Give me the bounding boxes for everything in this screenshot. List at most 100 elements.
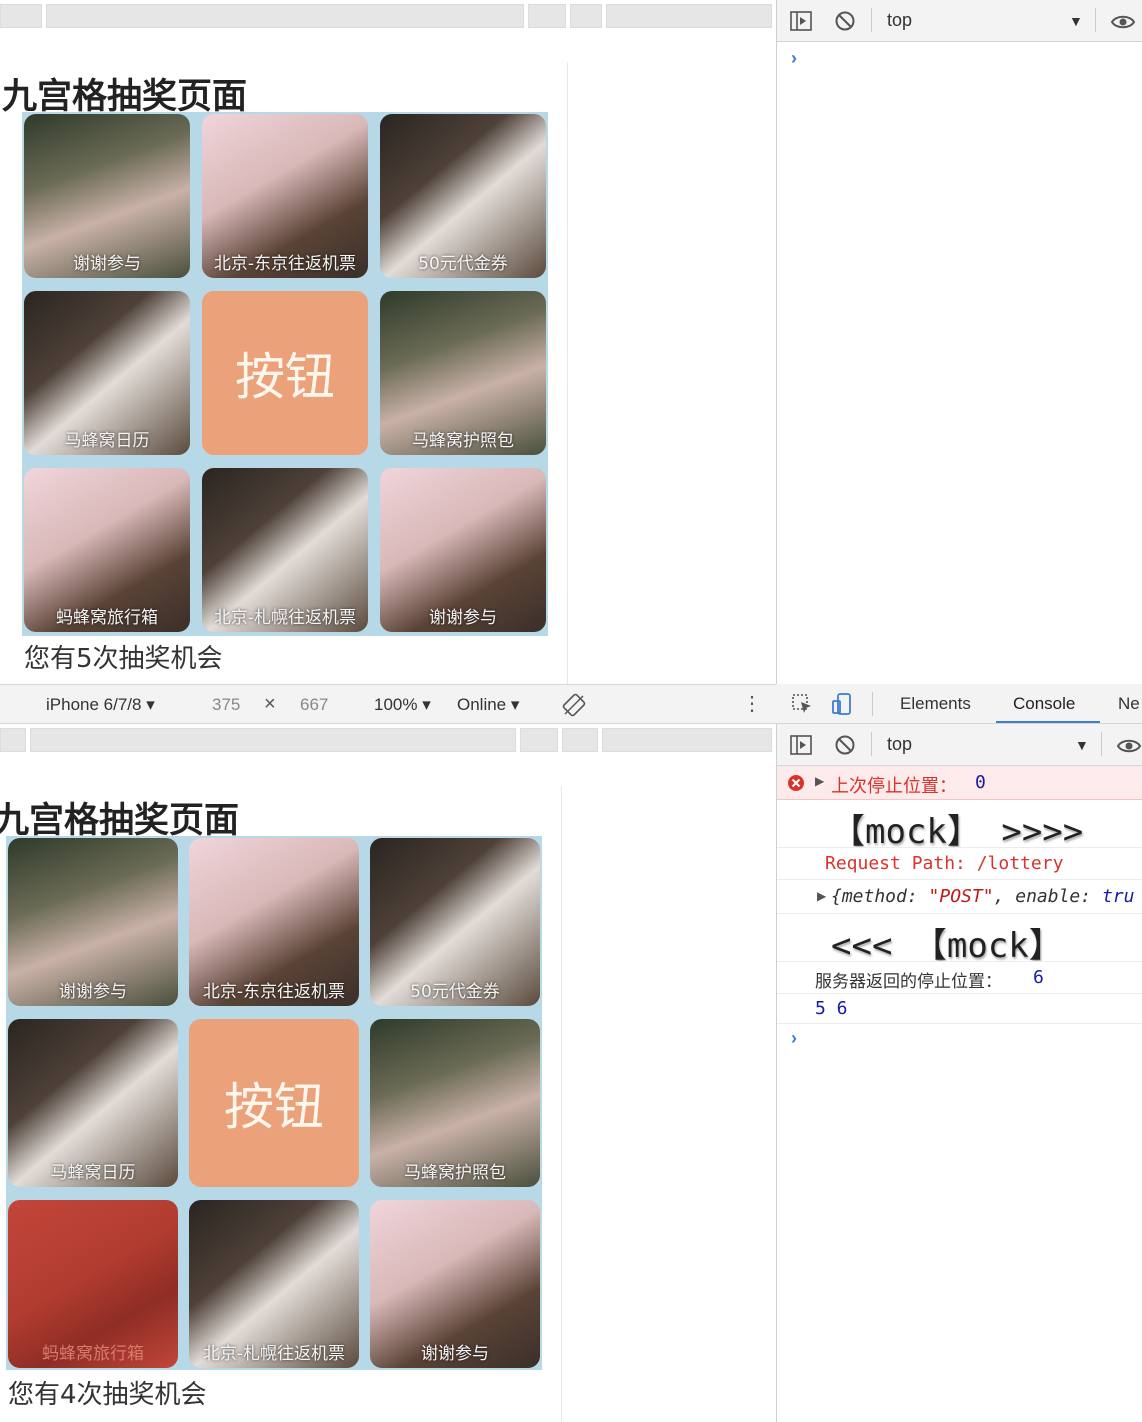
tab-elements[interactable]: Elements (900, 694, 971, 714)
prize-cell: 50元代金券 (370, 838, 540, 1006)
expand-arrow-icon[interactable]: ▶ (815, 774, 824, 788)
ruler-segment (0, 4, 42, 28)
prize-label: 谢谢参与 (59, 982, 127, 1002)
prize-cell: 谢谢参与 (24, 114, 190, 278)
object-enable: tru (1101, 886, 1135, 907)
devtools-pane-bottom: top ▼ ▶ 上次停止位置： 0 【mock】 >>>> Request Pa… (776, 724, 1142, 1422)
error-value: 0 (975, 772, 986, 793)
more-options-icon[interactable]: ⋮ (742, 691, 762, 716)
ruler-segment (602, 728, 772, 752)
console-log-row: 服务器返回的停止位置： 6 (777, 962, 1142, 994)
prize-label: 蚂蜂窝旅行箱 (56, 608, 158, 628)
device-toolbar: iPhone 6/7/8 ▾ 375 × 667 100% ▾ Online ▾… (0, 684, 776, 724)
draw-button[interactable]: 按钮 (202, 291, 368, 455)
network-throttle-selector[interactable]: Online ▾ (457, 695, 519, 715)
chevron-down-icon[interactable]: ▼ (1075, 737, 1089, 753)
expand-arrow-icon[interactable]: ▶ (817, 889, 826, 903)
mock-response-log: <<< 【mock】 (831, 926, 1063, 962)
server-position-value: 6 (1033, 967, 1044, 988)
tab-network[interactable]: Ne (1118, 694, 1140, 714)
prize-label: 马蜂窝护照包 (412, 431, 514, 451)
times-sign: × (264, 693, 276, 715)
error-icon (788, 775, 804, 791)
prize-label: 蚂蜂窝旅行箱 (42, 1344, 144, 1364)
console-toolbar: top ▼ (777, 724, 1142, 766)
divider (1101, 732, 1102, 756)
prize-label: 北京-札幌往返机票 (213, 608, 357, 628)
prize-label: 50元代金券 (418, 254, 508, 274)
inspect-element-icon[interactable] (790, 692, 814, 716)
device-selector[interactable]: iPhone 6/7/8 ▾ (46, 695, 155, 715)
object-method: "POST" (928, 886, 994, 907)
object-prefix: {method: (831, 886, 929, 907)
chances-text: 您有4次抽奖机会 (8, 1380, 207, 1410)
sidebar-toggle-icon[interactable] (789, 733, 813, 757)
ruler-segment (520, 728, 558, 752)
prize-label: 马蜂窝日历 (64, 431, 150, 451)
sidebar-toggle-icon[interactable] (789, 9, 813, 33)
zoom-selector[interactable]: 100% ▾ (374, 695, 431, 715)
ruler-segment (528, 4, 566, 28)
prize-label: 50元代金券 (410, 982, 500, 1002)
console-prompt[interactable]: › (791, 48, 797, 69)
ruler-segment (30, 728, 516, 752)
ruler-segment (46, 4, 524, 28)
request-path-log: Request Path: /lottery (825, 853, 1064, 874)
prize-label: 谢谢参与 (73, 254, 141, 274)
prize-cell: 谢谢参与 (380, 468, 546, 632)
eye-icon[interactable] (1111, 10, 1135, 34)
ruler-segment (0, 728, 26, 752)
draw-button[interactable]: 按钮 (189, 1019, 359, 1187)
chevron-down-icon[interactable]: ▼ (1069, 13, 1083, 29)
tab-console[interactable]: Console (1013, 694, 1075, 714)
prize-label: 北京-东京往返机票 (202, 982, 346, 1002)
error-message: 上次停止位置： (831, 776, 957, 796)
chances-text: 您有5次抽奖机会 (24, 644, 223, 674)
active-tab-indicator (996, 721, 1100, 723)
numbers-log: 5 6 (815, 998, 848, 1019)
clear-console-icon[interactable] (833, 9, 857, 33)
prize-cell: 50元代金券 (380, 114, 546, 278)
rotate-icon[interactable] (562, 693, 586, 717)
mock-request-log: 【mock】 >>>> (831, 812, 1084, 848)
device-toggle-icon[interactable] (830, 692, 854, 716)
prize-cell: 蚂蜂窝旅行箱 (24, 468, 190, 632)
prize-cell: 马蜂窝护照包 (380, 291, 546, 455)
prize-cell-highlighted: 蚂蜂窝旅行箱 (8, 1200, 178, 1368)
context-selector[interactable]: top (887, 10, 912, 31)
console-error-row: ▶ 上次停止位置： 0 (777, 766, 1142, 800)
console-prompt[interactable]: › (791, 1028, 797, 1049)
console-log-row: 5 6 (777, 994, 1142, 1024)
divider (871, 8, 872, 32)
prize-label: 谢谢参与 (429, 608, 497, 628)
prize-cell: 北京-东京往返机票 (189, 838, 359, 1006)
prize-label: 马蜂窝护照包 (404, 1163, 506, 1183)
prize-cell: 北京-札幌往返机票 (202, 468, 368, 632)
prize-cell: 马蜂窝日历 (24, 291, 190, 455)
height-field[interactable]: 667 (300, 695, 328, 715)
context-selector[interactable]: top (887, 734, 912, 755)
prize-cell: 北京-札幌往返机票 (189, 1200, 359, 1368)
prize-cell: 北京-东京往返机票 (202, 114, 368, 278)
eye-icon[interactable] (1117, 734, 1141, 758)
lottery-grid: 谢谢参与 北京-东京往返机票 50元代金券 马蜂窝日历 按钮 马蜂窝护照包 蚂蜂… (6, 836, 542, 1370)
ruler-segment (606, 4, 772, 28)
console-object-row[interactable]: ▶ {method: "POST", enable: tru (777, 880, 1142, 914)
mobile-page: 九宫格抽奖页面 谢谢参与 北京-东京往返机票 50元代金券 马蜂窝日历 按钮 马… (0, 786, 562, 1422)
prize-label: 马蜂窝日历 (50, 1163, 136, 1183)
divider (872, 692, 873, 716)
console-log-row: <<< 【mock】 (777, 914, 1142, 962)
console-log-row: 【mock】 >>>> (777, 800, 1142, 848)
server-position-label: 服务器返回的停止位置： (815, 972, 1002, 991)
object-mid: , enable: (993, 886, 1102, 907)
prize-cell: 马蜂窝日历 (8, 1019, 178, 1187)
divider (871, 732, 872, 756)
ruler-segment (562, 728, 598, 752)
divider (1095, 8, 1096, 32)
device-preview-before: 九宫格抽奖页面 谢谢参与 北京-东京往返机票 50元代金券 马蜂窝日历 按钮 马… (0, 0, 776, 684)
clear-console-icon[interactable] (833, 733, 857, 757)
device-preview-after: 九宫格抽奖页面 谢谢参与 北京-东京往返机票 50元代金券 马蜂窝日历 按钮 马… (0, 724, 776, 1422)
prize-cell: 谢谢参与 (8, 838, 178, 1006)
prize-label: 谢谢参与 (421, 1344, 489, 1364)
width-field[interactable]: 375 (212, 695, 240, 715)
